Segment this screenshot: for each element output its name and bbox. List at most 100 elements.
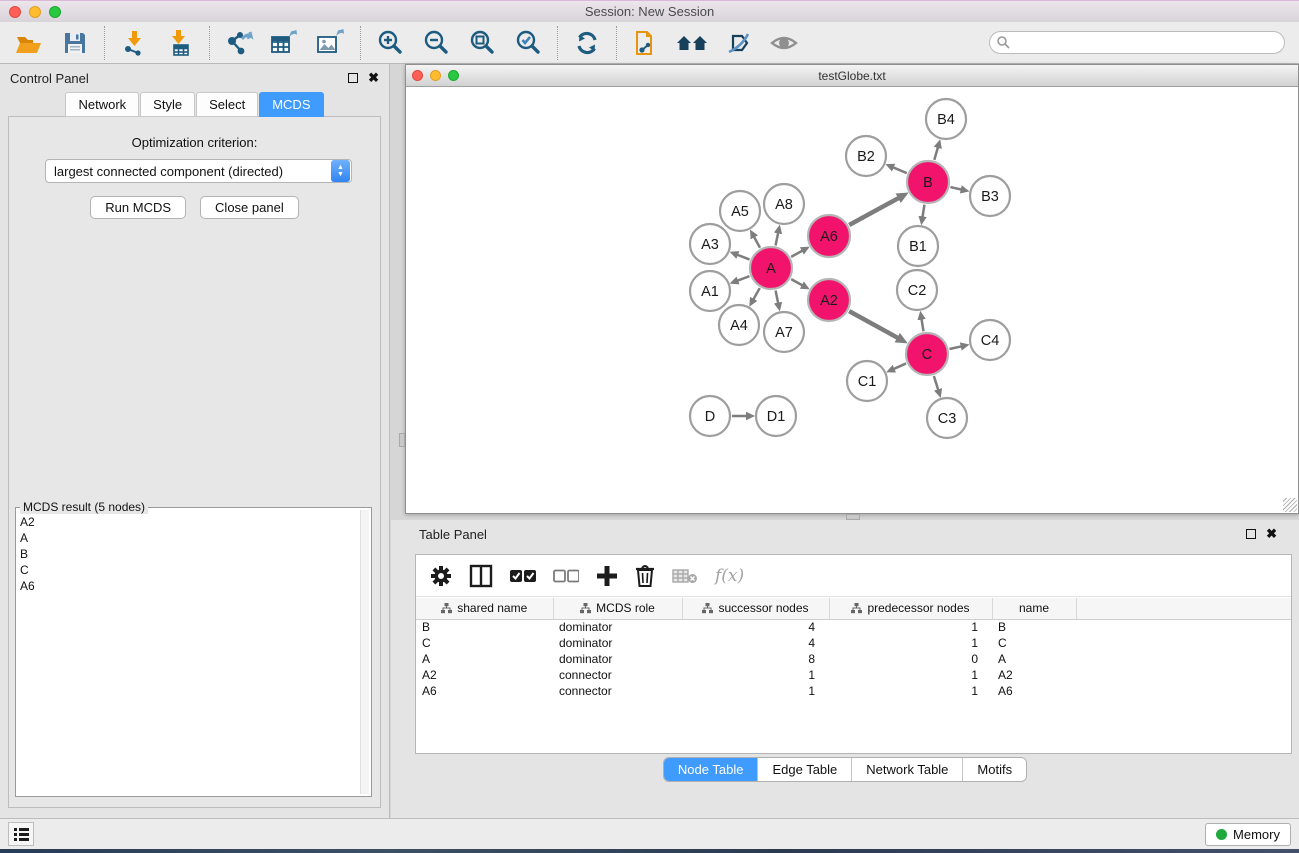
- graph-edge-A-A2[interactable]: [791, 279, 803, 285]
- cell-name[interactable]: A: [992, 651, 1076, 667]
- import-network-button[interactable]: [117, 27, 151, 59]
- close-panel-icon[interactable]: ✖: [368, 73, 379, 83]
- table-close-icon[interactable]: ✖: [1266, 529, 1277, 539]
- cell-shared_name[interactable]: A2: [416, 667, 553, 683]
- cell-mcds_role[interactable]: dominator: [553, 651, 682, 667]
- resize-grip[interactable]: [1283, 498, 1297, 512]
- memory-button[interactable]: Memory: [1205, 823, 1291, 846]
- graph-edge-A-A6[interactable]: [791, 250, 803, 256]
- table-float-icon[interactable]: [1246, 529, 1256, 539]
- result-item[interactable]: A6: [20, 578, 359, 594]
- graph-edge-C-C4[interactable]: [949, 346, 961, 349]
- export-table-button[interactable]: [268, 27, 302, 59]
- cell-successors[interactable]: 4: [682, 635, 829, 651]
- open-session-button[interactable]: [12, 27, 46, 59]
- graph-edge-A-A8[interactable]: [776, 232, 779, 245]
- tab-select[interactable]: Select: [196, 92, 258, 117]
- export-image-button[interactable]: [314, 27, 348, 59]
- cell-shared_name[interactable]: A6: [416, 683, 553, 699]
- cell-predecessors[interactable]: 1: [829, 635, 992, 651]
- table-row-A2[interactable]: A2connector11A2: [416, 667, 1291, 683]
- home-layout-button[interactable]: [675, 27, 709, 59]
- table-settings-button[interactable]: [430, 561, 452, 591]
- graph-edge-B-B3[interactable]: [950, 187, 961, 190]
- unselect-all-columns-button[interactable]: [553, 561, 579, 591]
- search-input[interactable]: [989, 31, 1285, 54]
- result-item[interactable]: B: [20, 546, 359, 562]
- run-mcds-button[interactable]: Run MCDS: [90, 196, 186, 219]
- cell-mcds_role[interactable]: dominator: [553, 619, 682, 635]
- vertical-scroll-stub[interactable]: [399, 433, 405, 447]
- graph-edge-B-B1[interactable]: [922, 205, 924, 218]
- save-session-button[interactable]: [58, 27, 92, 59]
- close-panel-button[interactable]: Close panel: [200, 196, 299, 219]
- import-table-button[interactable]: [163, 27, 197, 59]
- zoom-in-button[interactable]: [373, 27, 407, 59]
- cell-shared_name[interactable]: A: [416, 651, 553, 667]
- graph-edge-A6-B[interactable]: [849, 198, 899, 225]
- graph-edge-A-A4[interactable]: [753, 288, 760, 300]
- cell-mcds_role[interactable]: connector: [553, 667, 682, 683]
- hide-labels-button[interactable]: [721, 27, 755, 59]
- refresh-button[interactable]: [570, 27, 604, 59]
- table-row-C[interactable]: Cdominator41C: [416, 635, 1291, 651]
- cell-name[interactable]: C: [992, 635, 1076, 651]
- show-column-button[interactable]: [469, 561, 493, 591]
- network-window-titlebar[interactable]: testGlobe.txt: [406, 65, 1298, 87]
- graph-edge-A-A3[interactable]: [737, 255, 750, 260]
- tab-motifs[interactable]: Motifs: [963, 758, 1026, 781]
- cell-predecessors[interactable]: 0: [829, 651, 992, 667]
- graph-edge-A-A1[interactable]: [737, 276, 749, 281]
- tab-node-table[interactable]: Node Table: [664, 758, 759, 781]
- cell-shared_name[interactable]: B: [416, 619, 553, 635]
- tab-network[interactable]: Network: [65, 92, 139, 117]
- select-all-columns-button[interactable]: [510, 561, 536, 591]
- zoom-selected-button[interactable]: [511, 27, 545, 59]
- column-header-predecessor-nodes[interactable]: predecessor nodes: [829, 598, 992, 619]
- cell-mcds_role[interactable]: connector: [553, 683, 682, 699]
- float-panel-icon[interactable]: [348, 73, 358, 83]
- criterion-dropdown[interactable]: largest connected component (directed) ▲…: [45, 159, 352, 183]
- column-header-MCDS-role[interactable]: MCDS role: [553, 598, 682, 619]
- graph-edge-C-C3[interactable]: [934, 376, 938, 390]
- column-header-shared-name[interactable]: shared name: [416, 598, 553, 619]
- cell-shared_name[interactable]: C: [416, 635, 553, 651]
- cell-successors[interactable]: 1: [682, 667, 829, 683]
- graph-edge-A2-C[interactable]: [849, 311, 898, 338]
- cell-successors[interactable]: 1: [682, 683, 829, 699]
- delete-column-button[interactable]: [635, 561, 655, 591]
- clone-network-button[interactable]: [629, 27, 663, 59]
- graph-edge-C-C2[interactable]: [921, 319, 923, 332]
- result-item[interactable]: C: [20, 562, 359, 578]
- graph-edge-B-B2[interactable]: [893, 167, 907, 173]
- cell-name[interactable]: A2: [992, 667, 1076, 683]
- tab-network-table[interactable]: Network Table: [852, 758, 963, 781]
- zoom-out-button[interactable]: [419, 27, 453, 59]
- tab-edge-table[interactable]: Edge Table: [758, 758, 852, 781]
- graph-edge-C-C1[interactable]: [893, 363, 906, 369]
- cell-predecessors[interactable]: 1: [829, 667, 992, 683]
- cell-mcds_role[interactable]: dominator: [553, 635, 682, 651]
- graph-edge-B-B4[interactable]: [934, 147, 938, 160]
- cell-successors[interactable]: 8: [682, 651, 829, 667]
- graph-edge-A-A5[interactable]: [754, 236, 760, 247]
- task-history-button[interactable]: [8, 822, 34, 846]
- cell-name[interactable]: A6: [992, 683, 1076, 699]
- column-header-successor-nodes[interactable]: successor nodes: [682, 598, 829, 619]
- zoom-fit-button[interactable]: [465, 27, 499, 59]
- export-network-button[interactable]: [222, 27, 256, 59]
- cell-name[interactable]: B: [992, 619, 1076, 635]
- cell-predecessors[interactable]: 1: [829, 683, 992, 699]
- table-row-A[interactable]: Adominator80A: [416, 651, 1291, 667]
- result-item[interactable]: A2: [20, 514, 359, 530]
- table-row-B[interactable]: Bdominator41B: [416, 619, 1291, 635]
- result-item[interactable]: A: [20, 530, 359, 546]
- cell-predecessors[interactable]: 1: [829, 619, 992, 635]
- show-hide-panel-button[interactable]: [767, 27, 801, 59]
- cell-successors[interactable]: 4: [682, 619, 829, 635]
- create-column-button[interactable]: [596, 561, 618, 591]
- graph-edge-A-A7[interactable]: [776, 291, 779, 304]
- column-header-name[interactable]: name: [992, 598, 1076, 619]
- table-row-A6[interactable]: A6connector11A6: [416, 683, 1291, 699]
- tab-mcds[interactable]: MCDS: [259, 92, 323, 117]
